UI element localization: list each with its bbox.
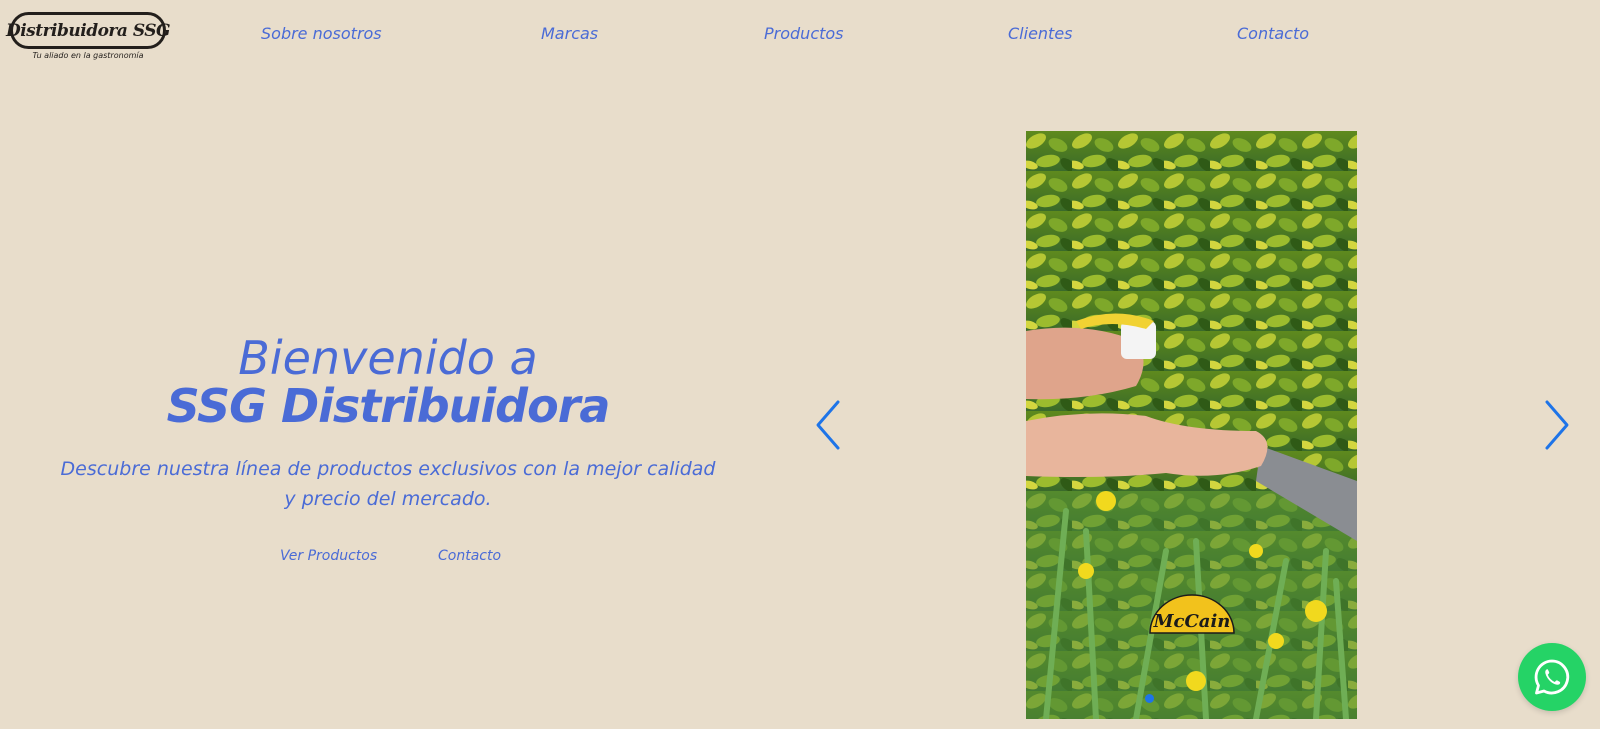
carousel-slide-image: McCain [1026,131,1357,719]
logo-tagline: Tu aliado en la gastronomía [32,51,144,60]
hero-contacto-button[interactable]: Contacto [438,548,501,564]
hero-title-line2: SSG Distribuidora [166,379,611,433]
carousel-next-button[interactable] [1541,398,1573,452]
nav-link-productos[interactable]: Productos [764,24,844,43]
mccain-logo-text: McCain [1153,611,1231,632]
chevron-right-icon [1545,400,1569,450]
hero-title: Bienvenido a SSG Distribuidora [30,334,746,430]
carousel-prev-button[interactable] [812,398,844,452]
hero-title-line1: Bienvenido a [238,331,538,385]
chevron-left-icon [816,400,840,450]
nav-link-clientes[interactable]: Clientes [1008,24,1073,43]
site-header: Distribuidora SSG Tu aliado en la gastro… [0,0,1600,70]
nav-link-sobre-nosotros[interactable]: Sobre nosotros [261,24,382,43]
logo-name: Distribuidora SSG [5,20,171,41]
nav-link-contacto[interactable]: Contacto [1237,24,1309,43]
ver-productos-button[interactable]: Ver Productos [280,548,377,564]
whatsapp-button[interactable] [1518,643,1586,711]
carousel-indicator-active[interactable] [1145,694,1154,703]
brand-logo[interactable]: Distribuidora SSG Tu aliado en la gastro… [6,12,171,62]
nav-link-marcas[interactable]: Marcas [541,24,598,43]
logo-badge: Distribuidora SSG [6,12,171,49]
slide-photo: McCain [1026,131,1357,719]
hero-subtitle: Descubre nuestra línea de productos excl… [60,458,716,510]
whatsapp-icon [1534,659,1570,695]
